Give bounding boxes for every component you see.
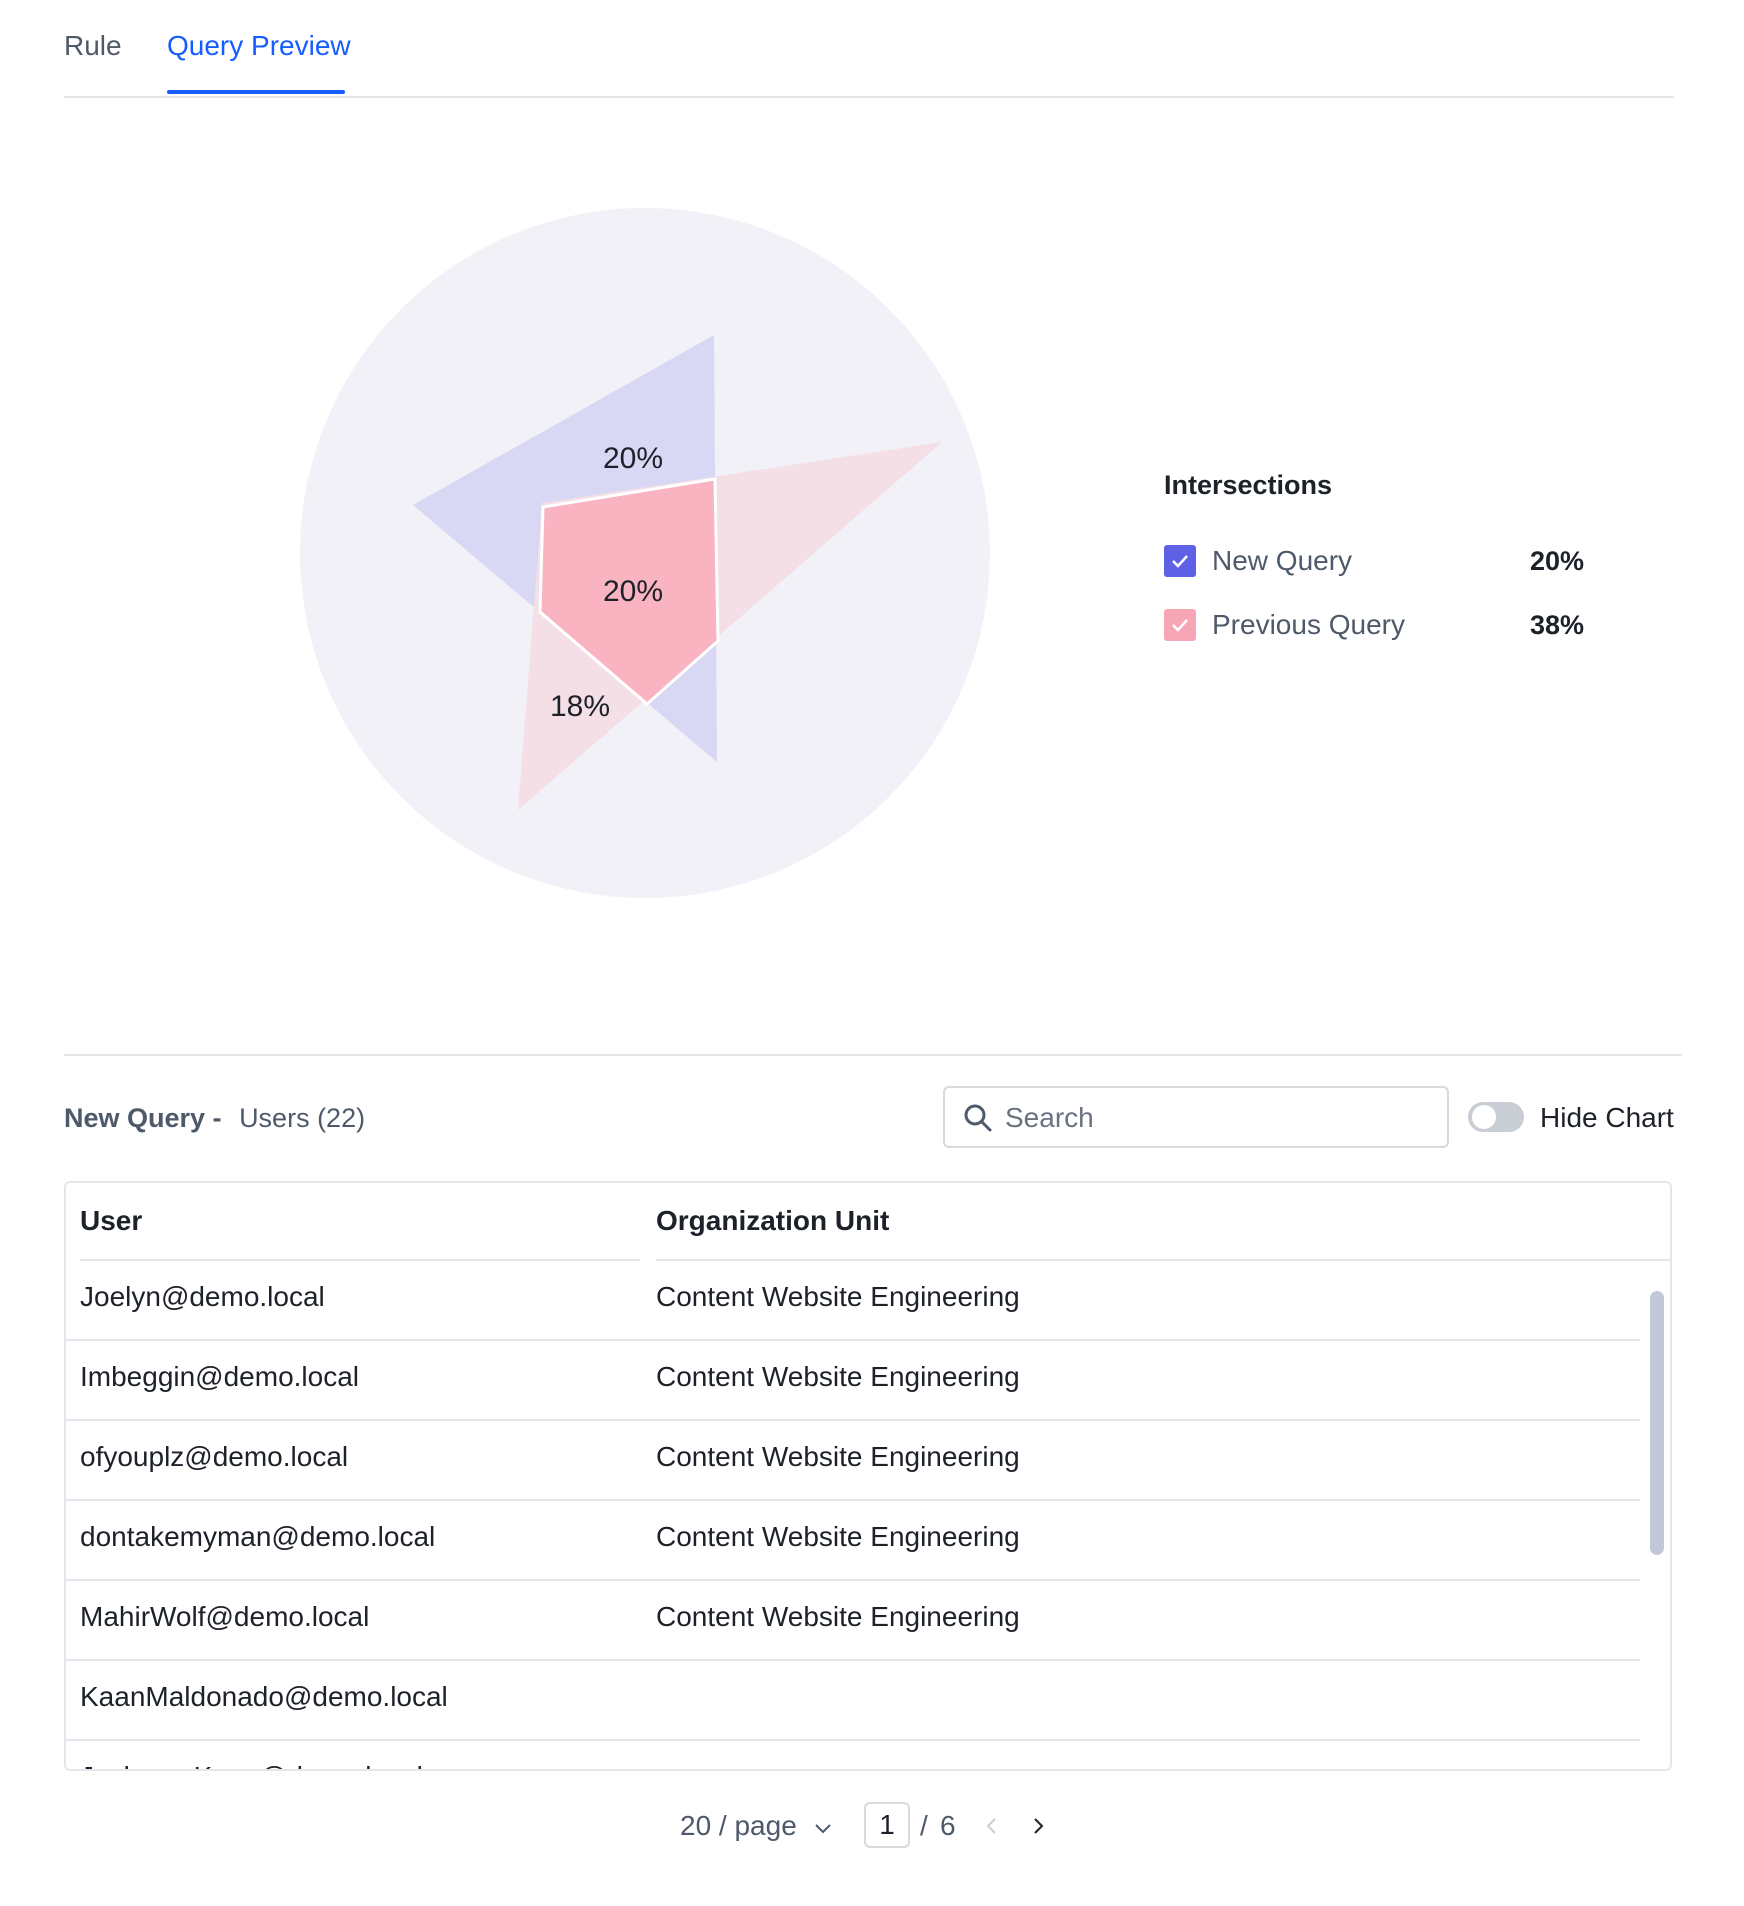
legend-title: Intersections <box>1164 470 1333 500</box>
user-count: Users (22) <box>239 1103 366 1133</box>
search-input[interactable] <box>1003 1098 1427 1138</box>
chevron-right-icon[interactable] <box>1024 1812 1052 1840</box>
tab-bar: Rule Query Preview <box>64 0 1674 98</box>
active-tab-indicator <box>167 90 345 94</box>
check-icon <box>1172 619 1188 632</box>
section-divider <box>64 1054 1682 1056</box>
user-cell: KaanMaldonado@demo.local <box>80 1681 448 1712</box>
previous-query-checkbox[interactable] <box>1164 609 1196 641</box>
search-box[interactable] <box>943 1086 1449 1148</box>
legend-value: 38% <box>1529 610 1584 640</box>
toggle-knob <box>1472 1105 1496 1129</box>
legend-label: Previous Query <box>1212 609 1405 640</box>
table-header: User Organization Unit <box>66 1183 1670 1261</box>
table-row[interactable]: ofyouplz@demo.local Content Website Engi… <box>66 1421 1640 1501</box>
hide-chart-label: Hide Chart <box>1540 1102 1674 1133</box>
org-unit-cell: Content Website Engineering <box>656 1281 1020 1312</box>
org-unit-cell: Content Website Engineering <box>656 1361 1020 1392</box>
table-row[interactable]: Joelyn@demo.local Content Website Engine… <box>66 1261 1640 1341</box>
intersection-chart: 20% 20% 18% <box>300 200 1000 900</box>
column-header-organization-unit: Organization Unit <box>656 1205 890 1236</box>
table-body: Joelyn@demo.local Content Website Engine… <box>66 1261 1640 1769</box>
tab-query-preview[interactable]: Query Preview <box>167 30 351 62</box>
users-table: User Organization Unit Joelyn@demo.local… <box>64 1181 1672 1771</box>
chart-label-overlap: 20% <box>603 575 663 608</box>
org-unit-cell: Content Website Engineering <box>656 1521 1020 1552</box>
page-number-input[interactable]: 1 <box>864 1802 910 1848</box>
chevron-left-icon[interactable] <box>978 1812 1006 1840</box>
legend-item-previous-query[interactable]: Previous Query 38% <box>1164 609 1584 673</box>
user-cell: MahirWolf@demo.local <box>80 1601 370 1632</box>
column-header-user: User <box>80 1205 143 1236</box>
table-row[interactable]: KaanMaldonado@demo.local <box>66 1661 1640 1741</box>
user-cell: Joelyn@demo.local <box>80 1281 325 1312</box>
hide-chart-toggle[interactable] <box>1468 1102 1524 1132</box>
user-cell: ofyouplz@demo.local <box>80 1441 349 1472</box>
user-cell: dontakemyman@demo.local <box>80 1521 436 1552</box>
chevron-down-icon <box>814 1823 831 1834</box>
org-unit-cell: Content Website Engineering <box>656 1601 1020 1632</box>
legend-item-new-query[interactable]: New Query 20% <box>1164 545 1584 609</box>
table-row[interactable]: Imbeggin@demo.local Content Website Engi… <box>66 1341 1640 1421</box>
user-cell: Imbeggin@demo.local <box>80 1361 360 1392</box>
page-size-label: 20 / page <box>680 1810 797 1841</box>
table-row[interactable]: dontakemyman@demo.local Content Website … <box>66 1501 1640 1581</box>
tab-rule[interactable]: Rule <box>64 30 122 62</box>
chart-label-previous-query: 18% <box>550 690 610 723</box>
intersection-chart-svg: 20% 20% 18% <box>300 208 990 898</box>
table-row[interactable]: JaskaranKane@demo.local <box>66 1741 1640 1769</box>
legend-label: New Query <box>1212 545 1353 576</box>
table-scrollbar[interactable] <box>1650 1291 1664 1555</box>
chart-label-new-query: 20% <box>603 442 663 475</box>
check-icon <box>1172 555 1188 568</box>
total-pages: 6 <box>940 1810 956 1841</box>
user-cell: JaskaranKane@demo.local <box>80 1761 423 1769</box>
page-size-select[interactable]: 20 / page <box>680 1810 833 1842</box>
search-icon <box>964 1104 992 1132</box>
org-unit-cell: Content Website Engineering <box>656 1441 1020 1472</box>
chart-legend: Intersections New Query 20% Previous Que… <box>1164 470 1584 673</box>
list-heading: New Query - Users (22) <box>64 1100 365 1136</box>
table-row[interactable]: MahirWolf@demo.local Content Website Eng… <box>66 1581 1640 1661</box>
page-separator: / <box>920 1810 928 1841</box>
legend-value: 20% <box>1529 546 1584 576</box>
list-title: New Query - <box>64 1103 222 1133</box>
new-query-checkbox[interactable] <box>1164 545 1196 577</box>
